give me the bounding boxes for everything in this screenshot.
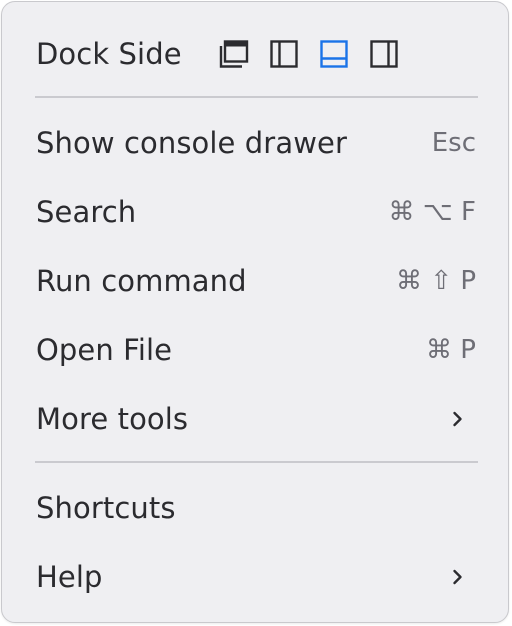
chevron-right-icon xyxy=(448,567,468,587)
dock-right-button[interactable] xyxy=(368,38,400,70)
dock-bottom-icon xyxy=(319,40,348,68)
menu-item-label: Search xyxy=(36,195,137,229)
dock-bottom-button[interactable] xyxy=(318,38,350,70)
separator xyxy=(35,461,478,463)
menu-item-shortcut: ⌘ ⌥ F xyxy=(388,197,476,227)
menu-item-show-console-drawer[interactable]: Show console drawer Esc xyxy=(2,120,508,166)
menu-item-run-command[interactable]: Run command ⌘ ⇧ P xyxy=(2,258,508,304)
dock-side-row: Dock Side xyxy=(2,32,508,76)
menu-item-help[interactable]: Help xyxy=(2,554,508,600)
menu-item-shortcut: ⌘ P xyxy=(426,335,476,365)
menu-item-shortcuts[interactable]: Shortcuts xyxy=(2,485,508,531)
dock-left-button[interactable] xyxy=(268,38,300,70)
menu-item-label: Shortcuts xyxy=(36,491,176,525)
undock-icon xyxy=(219,40,248,68)
menu-item-more-tools[interactable]: More tools xyxy=(2,396,508,442)
context-menu: Dock Side Show console drawer Esc Search… xyxy=(1,1,509,623)
menu-item-open-file[interactable]: Open File ⌘ P xyxy=(2,327,508,373)
dock-left-icon xyxy=(269,40,298,68)
menu-item-shortcut: ⌘ ⇧ P xyxy=(396,266,476,296)
undock-button[interactable] xyxy=(218,38,250,70)
menu-item-label: More tools xyxy=(36,402,189,436)
menu-item-label: Help xyxy=(36,560,103,594)
dock-side-label: Dock Side xyxy=(36,37,182,71)
chevron-right-icon xyxy=(448,409,468,429)
menu-item-label: Show console drawer xyxy=(36,126,347,160)
menu-item-shortcut: Esc xyxy=(431,128,476,158)
dock-side-options xyxy=(218,38,400,70)
menu-item-label: Open File xyxy=(36,333,173,367)
menu-item-label: Run command xyxy=(36,264,247,298)
menu-item-search[interactable]: Search ⌘ ⌥ F xyxy=(2,189,508,235)
dock-right-icon xyxy=(369,40,398,68)
separator xyxy=(35,96,478,98)
